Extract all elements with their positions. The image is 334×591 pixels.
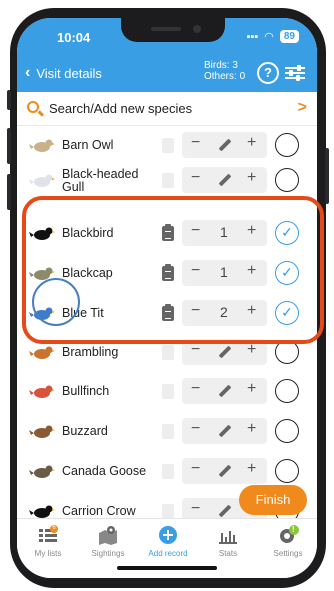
seen-checkbox[interactable]: [275, 419, 299, 443]
notes-clipboard-icon[interactable]: [162, 424, 174, 439]
tab-settings[interactable]: ! Settings: [259, 525, 317, 558]
settings-badge: !: [292, 525, 295, 534]
decrement-button[interactable]: −: [191, 134, 200, 152]
volume-down-button: [7, 174, 11, 210]
list-icon: 6: [37, 525, 59, 545]
decrement-button[interactable]: −: [191, 169, 200, 187]
pencil-icon[interactable]: [218, 384, 232, 398]
home-indicator: [117, 566, 217, 570]
bird-icon: [29, 385, 55, 398]
species-name: Canada Goose: [62, 464, 147, 478]
pencil-icon[interactable]: [218, 138, 232, 152]
decrement-button[interactable]: −: [191, 500, 200, 518]
help-icon[interactable]: ?: [257, 62, 279, 84]
increment-button[interactable]: +: [247, 460, 256, 478]
decrement-button[interactable]: −: [191, 420, 200, 438]
pencil-icon[interactable]: [218, 504, 232, 518]
others-count: Others: 0: [204, 71, 246, 82]
tab-my-lists[interactable]: 6 My lists: [19, 525, 77, 558]
tab-label: Settings: [273, 549, 303, 558]
pencil-icon[interactable]: [218, 424, 232, 438]
plus-circle-icon: [157, 525, 179, 545]
wifi-icon: ◠: [264, 31, 274, 43]
bird-icon: [29, 465, 55, 478]
seen-checkbox[interactable]: [275, 379, 299, 403]
notes-clipboard-icon[interactable]: [162, 173, 174, 188]
power-button: [325, 148, 329, 204]
bird-icon: [29, 139, 55, 152]
species-name: Carrion Crow: [62, 504, 136, 518]
notch: [121, 18, 225, 42]
tab-label: My lists: [34, 549, 62, 558]
finish-button[interactable]: Finish: [239, 485, 307, 515]
increment-button[interactable]: +: [247, 420, 256, 438]
signal-icon: ▪▪▪: [246, 30, 259, 43]
back-label: Visit details: [36, 65, 102, 81]
bird-icon: [29, 346, 55, 359]
tab-sightings[interactable]: Sightings: [79, 525, 137, 558]
notes-clipboard-icon[interactable]: [162, 345, 174, 360]
species-row[interactable]: Buzzard − +: [17, 412, 317, 451]
battery-icon: 89: [279, 30, 299, 43]
bar-chart-icon: [217, 525, 239, 545]
decrement-button[interactable]: −: [191, 380, 200, 398]
birds-count: Birds: 3: [204, 60, 238, 71]
species-row[interactable]: Bullfinch − +: [17, 372, 317, 411]
my-lists-badge: 6: [52, 525, 56, 531]
seen-checkbox[interactable]: [275, 168, 299, 192]
back-button[interactable]: ‹ Visit details: [25, 64, 102, 82]
status-icons: ▪▪▪ ◠ 89: [247, 30, 299, 43]
decrement-button[interactable]: −: [191, 460, 200, 478]
seen-checkbox[interactable]: [275, 133, 299, 157]
species-name: Barn Owl: [62, 138, 114, 152]
increment-button[interactable]: +: [247, 380, 256, 398]
tab-label: Sightings: [91, 549, 125, 558]
bird-icon: [29, 174, 55, 187]
species-name: Buzzard: [62, 424, 108, 438]
notes-clipboard-icon[interactable]: [162, 464, 174, 479]
tab-label: Stats: [218, 549, 238, 558]
visit-counts: Birds: 3 Others: 0: [204, 60, 245, 82]
quantity-stepper: −+: [182, 167, 267, 193]
increment-button[interactable]: +: [247, 169, 256, 187]
tab-stats[interactable]: Stats: [199, 525, 257, 558]
seen-checkbox[interactable]: [275, 459, 299, 483]
quantity-stepper: −+: [182, 458, 267, 484]
gear-icon: !: [277, 525, 299, 545]
mute-switch: [7, 90, 11, 110]
search-icon: [27, 101, 39, 113]
pencil-icon[interactable]: [218, 173, 232, 187]
status-time: 10:04: [57, 30, 91, 45]
chevron-left-icon: ‹: [25, 64, 31, 81]
species-name: Bullfinch: [62, 384, 110, 398]
species-name: Brambling: [62, 345, 119, 359]
species-name: Black-headed Gull: [62, 167, 139, 194]
pencil-icon[interactable]: [218, 345, 232, 359]
increment-button[interactable]: +: [247, 134, 256, 152]
species-row[interactable]: Barn Owl − +: [17, 126, 317, 165]
map-pin-icon: [97, 525, 119, 545]
tab-add-record[interactable]: Add record: [139, 525, 197, 558]
highlight-blue-ring: [32, 278, 80, 326]
species-row[interactable]: Black-headed Gull − +: [17, 161, 317, 200]
quantity-stepper: −+: [182, 418, 267, 444]
search-add-species[interactable]: Search/Add new species >: [17, 92, 317, 126]
notes-clipboard-icon[interactable]: [162, 504, 174, 519]
pencil-icon[interactable]: [218, 464, 232, 478]
bird-icon: [29, 425, 55, 438]
search-label: Search/Add new species: [49, 101, 193, 116]
quantity-stepper: −+: [182, 132, 267, 158]
notes-clipboard-icon[interactable]: [162, 138, 174, 153]
notes-clipboard-icon[interactable]: [162, 384, 174, 399]
filter-sliders-icon[interactable]: [285, 65, 305, 81]
volume-up-button: [7, 128, 11, 164]
chevron-right-icon: >: [297, 99, 307, 116]
tab-label: Add record: [148, 549, 188, 558]
quantity-stepper: −+: [182, 378, 267, 404]
